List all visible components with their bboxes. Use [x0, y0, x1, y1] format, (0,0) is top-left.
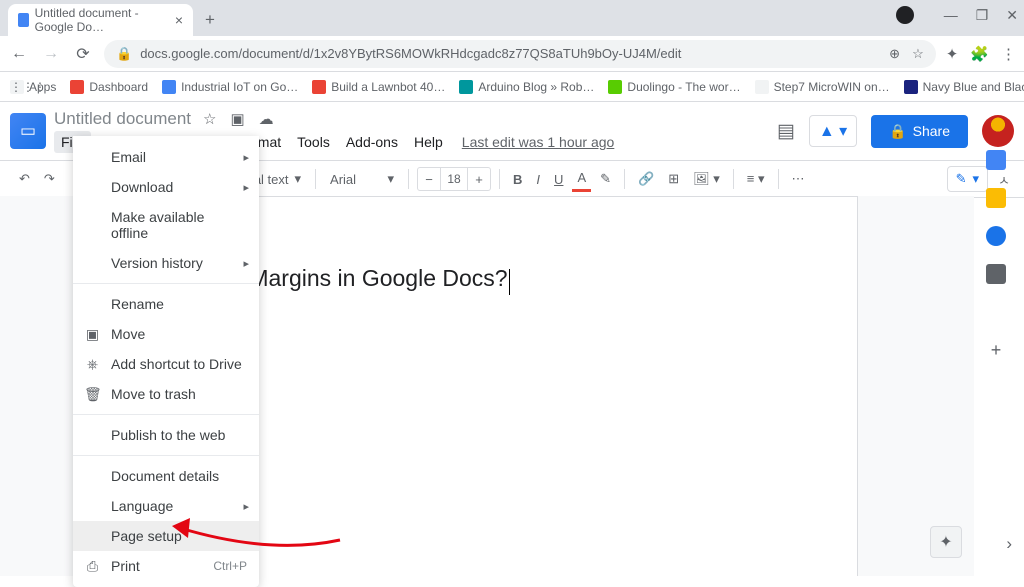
keep-icon[interactable]: [986, 188, 1006, 208]
bookmark-item[interactable]: Duolingo - The wor…: [608, 80, 740, 94]
cloud-status-icon[interactable]: ☁: [259, 110, 274, 128]
menu-help[interactable]: Help: [407, 131, 450, 153]
image-icon[interactable]: 🖼 ▾: [688, 167, 725, 191]
star-document-icon[interactable]: ☆: [203, 110, 216, 128]
underline-icon[interactable]: U: [549, 168, 568, 191]
maximize-icon[interactable]: ❐: [976, 7, 989, 24]
window-controls: — ❐ ✕: [896, 6, 1018, 24]
font-select[interactable]: Arial▾: [324, 171, 400, 187]
undo-icon[interactable]: ↶: [14, 167, 35, 191]
bookmark-item[interactable]: Step7 MicroWIN on…: [755, 80, 890, 94]
menu-item-version-history[interactable]: Version history▸: [73, 248, 259, 278]
redo-icon[interactable]: ↷: [39, 167, 60, 191]
lock-icon: 🔒: [889, 123, 906, 140]
text-color-icon[interactable]: A: [572, 166, 591, 192]
minimize-icon[interactable]: —: [944, 7, 958, 23]
profile-icon[interactable]: [896, 6, 914, 24]
calendar-icon[interactable]: [986, 150, 1006, 170]
font-size-control: − 18 +: [417, 167, 491, 191]
add-addon-icon[interactable]: +: [991, 340, 1002, 361]
align-icon[interactable]: ≡ ▾: [742, 167, 770, 191]
comment-icon[interactable]: ⊞: [663, 167, 684, 191]
menu-item-print[interactable]: ⎙PrintCtrl+P: [73, 551, 259, 581]
contacts-icon[interactable]: [986, 264, 1006, 284]
url-text: docs.google.com/document/d/1x2v8YBytRS6M…: [140, 46, 681, 61]
bookmark-item[interactable]: Build a Lawnbot 40…: [312, 80, 445, 94]
url-input[interactable]: 🔒 docs.google.com/document/d/1x2v8YBytRS…: [104, 40, 936, 68]
menu-addons[interactable]: Add-ons: [339, 131, 405, 153]
menu-item-offline[interactable]: Make available offline: [73, 202, 259, 248]
drive-shortcut-icon: ⎈: [84, 356, 101, 373]
browser-tab[interactable]: Untitled document - Google Do… ×: [8, 4, 193, 36]
menu-tools[interactable]: Tools: [290, 131, 337, 153]
close-tab-icon[interactable]: ×: [175, 12, 183, 28]
present-icon[interactable]: ▲ ▾: [809, 115, 857, 147]
explore-button[interactable]: ✦: [930, 526, 962, 558]
more-icon[interactable]: ⋯: [787, 167, 810, 191]
bookmark-item[interactable]: Industrial IoT on Go…: [162, 80, 298, 94]
menu-item-download[interactable]: Download▸: [73, 172, 259, 202]
highlight-icon[interactable]: ✎: [595, 167, 616, 191]
zoom-icon[interactable]: ⊕: [889, 46, 900, 62]
docs-favicon: [18, 13, 29, 27]
print-icon: ⎙: [84, 558, 101, 575]
share-button[interactable]: 🔒 Share: [871, 115, 968, 148]
move-document-icon[interactable]: ▣: [230, 110, 244, 128]
menu-item-email[interactable]: Email▸: [73, 142, 259, 172]
tab-title: Untitled document - Google Do…: [35, 6, 169, 34]
font-size-input[interactable]: 18: [440, 168, 468, 190]
menu-item-add-shortcut[interactable]: ⎈Add shortcut to Drive: [73, 349, 259, 379]
trash-icon: 🗑: [84, 386, 101, 403]
document-title[interactable]: Untitled document: [54, 109, 191, 129]
forward-icon: →: [40, 45, 62, 63]
last-edit-link[interactable]: Last edit was 1 hour ago: [462, 134, 615, 150]
decrease-font-icon[interactable]: −: [418, 172, 440, 187]
bold-icon[interactable]: B: [508, 168, 527, 191]
star-icon[interactable]: ☆: [912, 46, 924, 62]
menu-item-language[interactable]: Language▸: [73, 491, 259, 521]
increase-font-icon[interactable]: +: [468, 172, 490, 187]
file-menu-dropdown: Email▸ Download▸ Make available offline …: [73, 136, 259, 587]
puzzle-icon[interactable]: 🧩: [970, 45, 989, 63]
folder-move-icon: ▣: [84, 326, 101, 343]
account-avatar[interactable]: [982, 115, 1014, 147]
docs-logo-icon[interactable]: ▭: [10, 113, 46, 149]
tasks-icon[interactable]: [986, 226, 1006, 246]
close-window-icon[interactable]: ✕: [1006, 7, 1018, 24]
menu-item-rename[interactable]: Rename: [73, 289, 259, 319]
menu-item-trash[interactable]: 🗑Move to trash: [73, 379, 259, 409]
text-cursor: [509, 269, 510, 295]
reload-icon[interactable]: ⟳: [72, 44, 94, 64]
chrome-menu-icon[interactable]: ⋮: [1001, 45, 1016, 63]
bookmarks-bar: ⋮⋮⋮Apps Dashboard Industrial IoT on Go… …: [0, 72, 1024, 102]
link-icon[interactable]: 🔗: [633, 167, 659, 191]
menu-item-details[interactable]: Document details: [73, 461, 259, 491]
browser-tab-strip: Untitled document - Google Do… × + — ❐ ✕: [0, 0, 1024, 36]
bookmark-item[interactable]: Arduino Blog » Rob…: [459, 80, 594, 94]
side-panel: +: [976, 150, 1016, 361]
italic-icon[interactable]: I: [531, 168, 545, 191]
lock-icon: 🔒: [116, 46, 132, 62]
menu-item-page-setup[interactable]: Page setup: [73, 521, 259, 551]
extension-icon[interactable]: ✦: [946, 45, 959, 63]
bookmark-item[interactable]: Dashboard: [70, 80, 148, 94]
comments-icon[interactable]: ▤: [777, 120, 795, 143]
apps-button[interactable]: ⋮⋮⋮Apps: [10, 80, 56, 94]
hide-sidepanel-icon[interactable]: ›: [1006, 534, 1012, 554]
back-icon[interactable]: ←: [8, 45, 30, 63]
menu-item-move[interactable]: ▣Move: [73, 319, 259, 349]
bookmark-item[interactable]: Navy Blue and Blac…: [904, 80, 1024, 94]
menu-item-publish[interactable]: Publish to the web: [73, 420, 259, 450]
address-bar: ← → ⟳ 🔒 docs.google.com/document/d/1x2v8…: [0, 36, 1024, 72]
new-tab-button[interactable]: +: [197, 7, 223, 33]
